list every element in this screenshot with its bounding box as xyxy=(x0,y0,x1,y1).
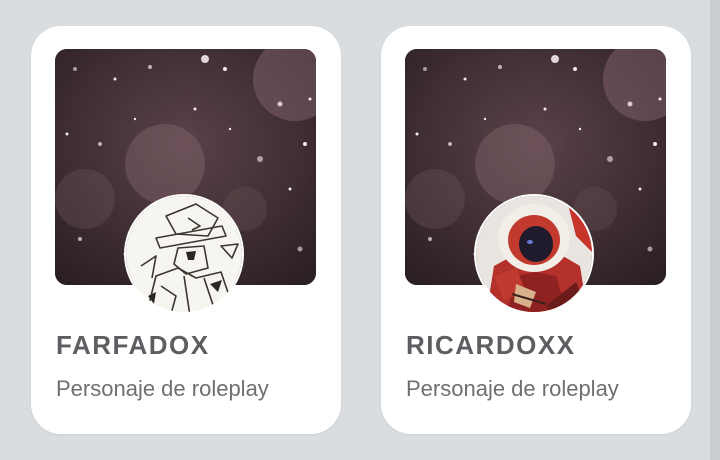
character-name: FARFADOX xyxy=(56,330,210,360)
character-card-ricardoxx[interactable]: RICARDOXX Personaje de roleplay xyxy=(381,26,691,434)
sketch-character-avatar-icon[interactable] xyxy=(124,194,244,314)
red-hooded-character-avatar-icon[interactable] xyxy=(474,194,594,314)
character-subtitle: Personaje de roleplay xyxy=(56,376,269,401)
character-name: RICARDOXX xyxy=(406,330,576,360)
character-subtitle: Personaje de roleplay xyxy=(406,376,619,401)
character-card-farfadox[interactable]: FARFADOX Personaje de roleplay xyxy=(31,26,341,434)
screen-edge xyxy=(710,0,720,460)
